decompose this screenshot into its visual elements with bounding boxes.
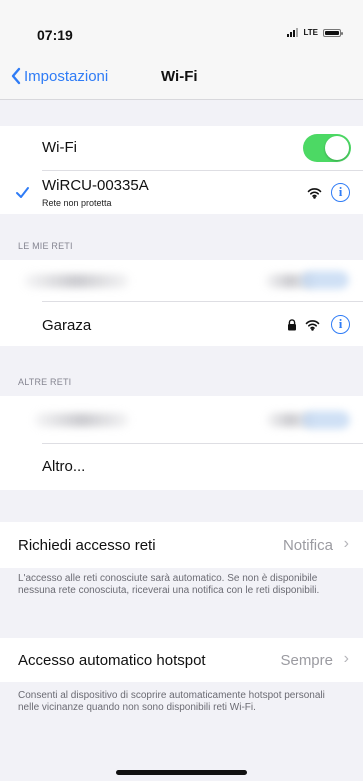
blurred-network-name — [34, 413, 129, 427]
ask-to-join-description: L'accesso alle reti conosciute sarà auto… — [18, 573, 320, 597]
blurred-network-name — [24, 274, 129, 288]
toggle-knob — [325, 136, 349, 160]
ask-to-join-label: Richiedi accesso reti — [18, 537, 156, 554]
connected-network-status: Rete non protetta — [42, 198, 112, 208]
blurred-network-row[interactable] — [0, 260, 363, 301]
chevron-right-icon: › — [343, 650, 349, 667]
blurred-info-icon — [302, 411, 350, 429]
back-button[interactable]: Impostazioni — [10, 67, 108, 85]
ask-to-join-value: Notifica — [282, 537, 333, 554]
chevron-left-icon — [11, 67, 21, 85]
lock-icon — [288, 319, 296, 331]
wifi-settings-screen: 07:19 LTE Impostazioni Wi-Fi Wi-Fi WiRCU… — [0, 0, 363, 781]
auto-hotspot-description: Consenti al dispositivo di scoprire auto… — [18, 690, 325, 714]
network-name: Garaza — [42, 317, 92, 334]
battery-icon — [323, 28, 343, 37]
network-row-garaza[interactable]: Garaza i — [0, 301, 363, 346]
wifi-label: Wi-Fi — [42, 139, 77, 156]
page-title: Wi-Fi — [161, 68, 198, 85]
wifi-icon — [305, 320, 320, 331]
chevron-right-icon: › — [343, 535, 349, 552]
auto-hotspot-row[interactable]: Accesso automatico hotspot Sempre › — [0, 638, 363, 682]
blurred-other-network-row[interactable] — [0, 396, 363, 443]
home-indicator[interactable] — [116, 770, 247, 775]
status-time: 07:19 — [37, 27, 73, 43]
info-icon[interactable]: i — [331, 315, 350, 334]
blurred-info-icon — [301, 271, 349, 289]
status-indicators: LTE — [287, 28, 343, 37]
status-bar: 07:19 LTE — [0, 0, 363, 56]
other-network-label: Altro... — [42, 458, 86, 475]
my-networks-group: Garaza i — [0, 260, 363, 346]
auto-hotspot-group: Accesso automatico hotspot Sempre › — [0, 638, 363, 682]
cellular-signal-icon — [287, 28, 299, 37]
network-type: LTE — [303, 28, 318, 37]
auto-hotspot-label: Accesso automatico hotspot — [18, 652, 206, 669]
other-network-row[interactable]: Altro... — [0, 443, 363, 490]
info-icon[interactable]: i — [331, 183, 350, 202]
wifi-toggle[interactable] — [303, 134, 351, 162]
checkmark-icon — [16, 187, 29, 198]
connected-network-row[interactable]: WiRCU-00335A Rete non protetta i — [0, 170, 363, 214]
my-networks-title: LE MIE RETI — [18, 241, 73, 251]
back-label: Impostazioni — [24, 67, 109, 85]
ask-to-join-row[interactable]: Richiedi accesso reti Notifica › — [0, 522, 363, 568]
other-networks-group: Altro... — [0, 396, 363, 490]
connected-network-name: WiRCU-00335A — [42, 177, 149, 194]
wifi-icon — [307, 188, 322, 199]
wifi-group: Wi-Fi WiRCU-00335A Rete non protetta i — [0, 126, 363, 214]
auto-hotspot-value: Sempre — [280, 652, 333, 669]
wifi-toggle-row[interactable]: Wi-Fi — [0, 126, 363, 170]
ask-to-join-group: Richiedi accesso reti Notifica › — [0, 522, 363, 568]
navigation-bar: Impostazioni Wi-Fi — [0, 56, 363, 100]
other-networks-title: ALTRE RETI — [18, 377, 72, 387]
